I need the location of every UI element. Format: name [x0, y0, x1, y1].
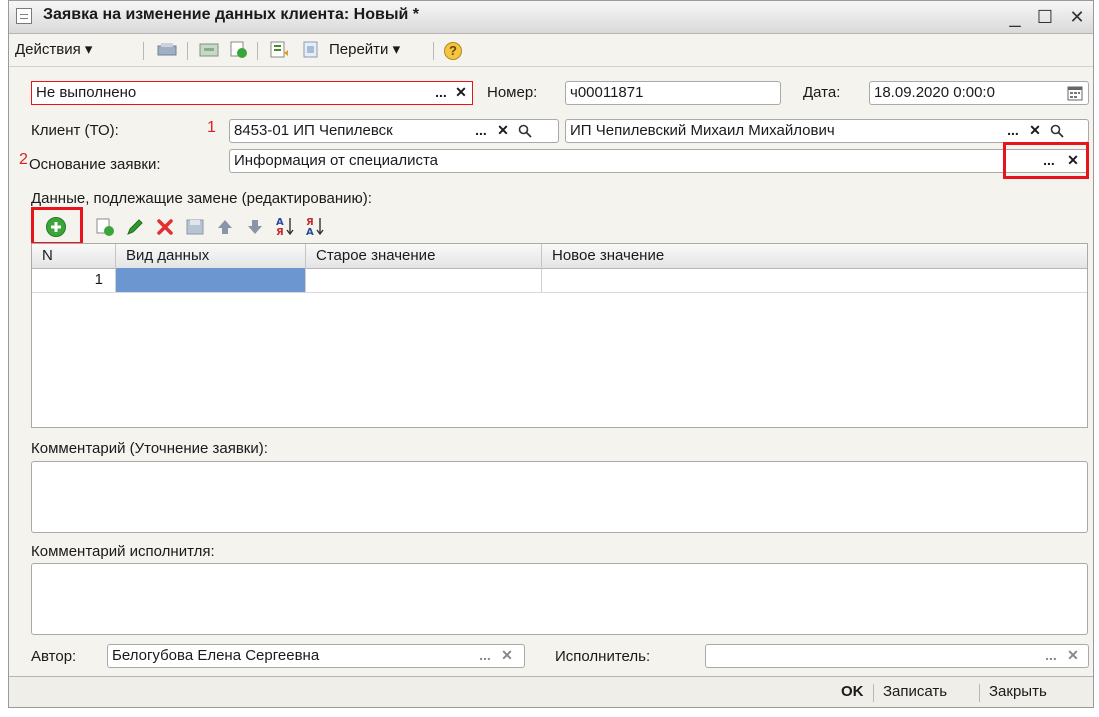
maximize-button[interactable]: ☐: [1033, 4, 1057, 30]
clear-button[interactable]: ✕: [494, 121, 512, 141]
clear-button[interactable]: ✕: [1064, 646, 1082, 666]
cell-n[interactable]: 1: [32, 268, 116, 292]
status-field[interactable]: Не выполнено ... ✕: [31, 81, 473, 105]
command-separator: [979, 684, 980, 702]
comment-textarea[interactable]: [31, 461, 1088, 533]
save-button[interactable]: Записать: [883, 683, 947, 700]
title-bar: Заявка на изменение данных клиента: Новы…: [9, 1, 1093, 34]
clear-button[interactable]: ✕: [1026, 121, 1044, 141]
end-edit-icon[interactable]: [185, 217, 205, 241]
column-header-old-value[interactable]: Старое значение: [306, 244, 542, 268]
basis-field[interactable]: Информация от специалиста ... ✕: [229, 149, 1089, 173]
annotation-marker-1: 1: [207, 119, 216, 136]
command-bar: OK Записать Закрыть: [9, 676, 1093, 707]
date-label: Дата:: [803, 84, 841, 101]
select-button[interactable]: ...: [1042, 646, 1060, 666]
goto-menu[interactable]: Перейти ▾: [329, 39, 400, 61]
copy-document-icon[interactable]: [229, 41, 249, 59]
edit-pencil-icon[interactable]: [125, 217, 145, 241]
date-value: 18.09.2020 0:00:0: [874, 84, 995, 101]
author-label: Автор:: [31, 648, 77, 665]
data-table[interactable]: N Вид данных Старое значение Новое значе…: [31, 243, 1088, 428]
window-title: Заявка на изменение данных клиента: Новы…: [43, 6, 419, 23]
clear-button[interactable]: ✕: [452, 83, 470, 103]
svg-text:А: А: [306, 227, 314, 237]
delete-row-icon[interactable]: [155, 217, 175, 241]
number-value: ч00011871: [570, 84, 644, 101]
clear-button[interactable]: ✕: [498, 646, 516, 666]
number-label: Номер:: [487, 84, 538, 101]
select-button[interactable]: ...: [432, 83, 450, 103]
print-icon[interactable]: [269, 41, 289, 59]
annotation-marker-2: 2: [19, 151, 28, 168]
table-row[interactable]: 1: [32, 268, 1087, 293]
actions-menu-label: Действия: [15, 41, 81, 58]
table-section-label: Данные, подлежащие замене (редактировани…: [31, 190, 372, 207]
cell-data-type[interactable]: [116, 268, 306, 292]
svg-text:Я: Я: [276, 227, 284, 237]
document-window: Заявка на изменение данных клиента: Новы…: [8, 0, 1094, 708]
basis-label: Основание заявки:: [29, 156, 161, 173]
executor-comment-label: Комментарий исполнитля:: [31, 543, 215, 560]
basis-value: Информация от специалиста: [234, 152, 439, 169]
unpost-document-icon[interactable]: [199, 41, 219, 59]
table-header: N Вид данных Старое значение Новое значе…: [32, 244, 1087, 269]
highlight-basis-buttons: [1003, 142, 1089, 179]
author-field[interactable]: Белогубова Елена Сергеевна ... ✕: [107, 644, 525, 668]
help-icon[interactable]: ?: [443, 41, 463, 60]
client-code-value: 8453-01 ИП Чепилевск: [234, 122, 393, 139]
cell-old-value[interactable]: [306, 268, 542, 292]
column-header-n[interactable]: N: [32, 244, 116, 268]
column-header-data-type[interactable]: Вид данных: [116, 244, 306, 268]
date-field[interactable]: 18.09.2020 0:00:0: [869, 81, 1089, 105]
client-code-field[interactable]: 8453-01 ИП Чепилевск ... ✕: [229, 119, 559, 143]
document-icon: [16, 8, 32, 24]
minimize-button[interactable]: _: [1003, 4, 1027, 30]
toolbar-separator: [433, 42, 434, 60]
move-down-icon[interactable]: [245, 217, 265, 241]
close-button[interactable]: Закрыть: [989, 683, 1047, 700]
sort-descending-icon[interactable]: ЯА: [305, 215, 327, 241]
chevron-down-icon: ▾: [84, 41, 93, 58]
author-value: Белогубова Елена Сергеевна: [112, 647, 320, 664]
help-glyph: ?: [449, 43, 457, 58]
structure-icon[interactable]: [301, 41, 321, 59]
move-up-icon[interactable]: [215, 217, 235, 241]
close-window-button[interactable]: ✕: [1065, 4, 1089, 30]
client-name-value: ИП Чепилевский Михаил Михайлович: [570, 122, 835, 139]
status-value: Не выполнено: [36, 84, 137, 101]
executor-field[interactable]: ... ✕: [705, 644, 1089, 668]
ok-button[interactable]: OK: [841, 683, 864, 700]
actions-menu[interactable]: Действия ▾: [15, 39, 92, 61]
toolbar-separator: [187, 42, 188, 60]
search-icon[interactable]: [1048, 121, 1066, 141]
select-button[interactable]: ...: [476, 646, 494, 666]
select-button[interactable]: ...: [1004, 121, 1022, 141]
toolbar-separator: [257, 42, 258, 60]
toolbar: Действия ▾ Перейти ▾ ?: [9, 34, 1093, 67]
sort-ascending-icon[interactable]: АЯ: [275, 215, 297, 241]
copy-row-icon[interactable]: [95, 217, 115, 241]
goto-menu-label: Перейти: [329, 41, 389, 58]
command-separator: [873, 684, 874, 702]
post-document-icon[interactable]: [157, 41, 177, 59]
add-row-icon[interactable]: [45, 216, 67, 242]
search-icon[interactable]: [516, 121, 534, 141]
client-name-field[interactable]: ИП Чепилевский Михаил Михайлович ... ✕: [565, 119, 1089, 143]
calendar-icon[interactable]: [1066, 83, 1084, 103]
executor-label: Исполнитель:: [555, 648, 651, 665]
column-header-new-value[interactable]: Новое значение: [542, 244, 1087, 268]
toolbar-separator: [143, 42, 144, 60]
comment-label: Комментарий (Уточнение заявки):: [31, 440, 268, 457]
cell-new-value[interactable]: [542, 268, 1087, 292]
client-label: Клиент (ТО):: [31, 122, 119, 139]
chevron-down-icon: ▾: [392, 41, 401, 58]
executor-comment-textarea[interactable]: [31, 563, 1088, 635]
number-field[interactable]: ч00011871: [565, 81, 781, 105]
select-button[interactable]: ...: [472, 121, 490, 141]
